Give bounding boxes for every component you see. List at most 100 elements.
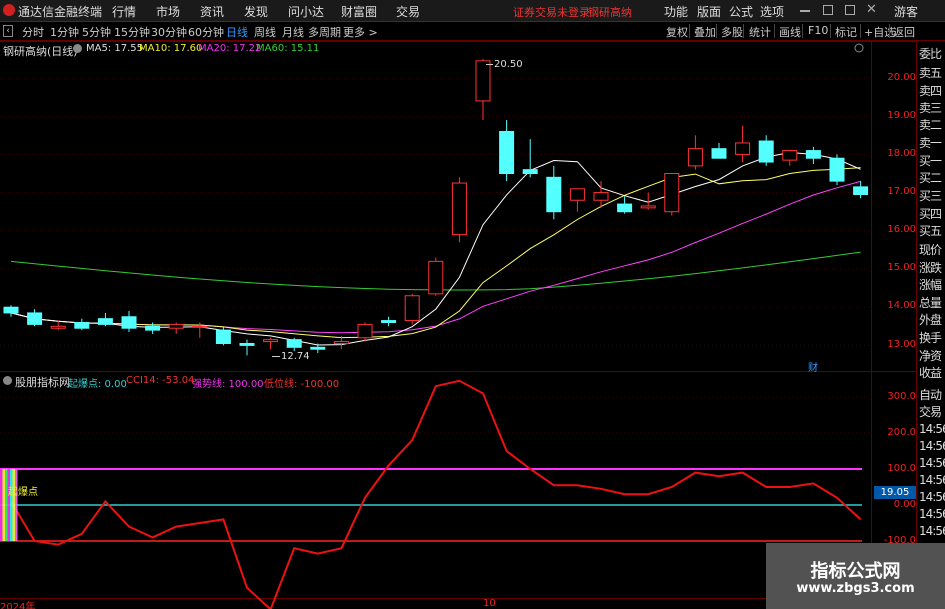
candle-body [829, 157, 845, 182]
sidebar-item-buy5[interactable]: 买五 [919, 222, 945, 239]
candle-body [475, 60, 491, 102]
cci-line [10, 379, 862, 609]
price-tick: 19.00 [887, 110, 916, 121]
candle-body [50, 325, 66, 329]
candle-body [428, 260, 444, 295]
ma20-label: MA20: 17.22 [198, 43, 262, 54]
candle-body [263, 339, 279, 343]
indicator-dropdown-icon[interactable] [73, 44, 82, 53]
qibao-bar [2, 469, 5, 541]
qibao-bar [7, 469, 10, 541]
qibao-bar [15, 469, 18, 541]
main-price-grid [0, 77, 871, 346]
cci-value-label: CCI14: -53.04 [126, 375, 195, 386]
price-tick: 13.00 [887, 339, 916, 350]
candlesticks [3, 58, 869, 356]
tick-time: 14:56 [919, 507, 945, 521]
low-line-label: 低位线: -100.00 [264, 379, 340, 390]
candle-body [782, 150, 798, 161]
settings-icon[interactable] [854, 43, 864, 53]
cci-tick: 200.0 [887, 427, 916, 438]
cci-tick: 100.0 [887, 463, 916, 474]
qibao-bar [10, 469, 13, 541]
sidebar-item-sell4[interactable]: 卖四 [919, 82, 945, 99]
sidebar-item-sell1[interactable]: 卖一 [919, 134, 945, 151]
ma10-line [10, 167, 861, 339]
candle-body [97, 318, 113, 325]
candle-body [404, 295, 420, 322]
low-price-label: 12.74 [281, 351, 310, 362]
kline-chart[interactable] [0, 0, 945, 609]
cci-grid [0, 396, 871, 542]
sidebar-item-buy3[interactable]: 买三 [919, 187, 945, 204]
tick-time: 14:56 [919, 439, 945, 453]
sidebar-item-volume[interactable]: 总量 [919, 294, 945, 311]
sidebar-item-weibi[interactable]: 委比 [919, 45, 945, 62]
sidebar-item-sell5[interactable]: 卖五 [919, 64, 945, 81]
candle-body [357, 323, 373, 339]
candle-body [121, 316, 137, 329]
candle-body [687, 148, 703, 167]
sidebar-item-buy2[interactable]: 买二 [919, 169, 945, 186]
indicator-name: 股朋指标网 [15, 376, 70, 389]
cci-series [10, 379, 862, 609]
candle-body [640, 205, 656, 209]
sidebar-item-buy1[interactable]: 买一 [919, 152, 945, 169]
candle-body [758, 140, 774, 163]
sidebar-item-outer[interactable]: 外盘 [919, 311, 945, 328]
sidebar-item-trade[interactable]: 交易 [919, 403, 945, 420]
cci-tick: 0.00 [893, 499, 916, 510]
financial-mark[interactable]: 财 [808, 359, 818, 374]
qibao-bar [0, 469, 3, 541]
sidebar-item-sell3[interactable]: 卖三 [919, 99, 945, 116]
x-axis-month: 10 [483, 598, 496, 609]
price-tick: 14.00 [887, 300, 916, 311]
sidebar-item-pct[interactable]: 涨幅 [919, 276, 945, 293]
sidebar-item-eps[interactable]: 收益 [919, 364, 945, 381]
tick-time: 14:56 [919, 473, 945, 487]
candle-body [27, 312, 43, 325]
tick-time: 14:56 [919, 456, 945, 470]
sidebar-item-netasset[interactable]: 净资 [919, 347, 945, 364]
sidebar-item-buy4[interactable]: 买四 [919, 205, 945, 222]
candle-body [310, 346, 326, 350]
candle-body [711, 148, 727, 159]
tick-time: 14:56 [919, 524, 945, 538]
qibao-marker-bars [0, 469, 18, 541]
candle-body [522, 169, 538, 174]
qibao-marker-text: 起爆点 [8, 487, 38, 498]
sub-settings-icon[interactable] [3, 376, 12, 385]
candle-body [664, 173, 680, 213]
candle-body [381, 320, 397, 323]
candle-body [192, 325, 208, 328]
cci-tick: 300.0 [887, 391, 916, 402]
ma5-line [10, 151, 861, 346]
sidebar-item-change[interactable]: 涨跌 [919, 259, 945, 276]
tick-time: 14:56 [919, 422, 945, 436]
watermark-url: www.zbgs3.com [796, 581, 915, 596]
high-arrow-icon [486, 64, 493, 65]
candle-body [546, 176, 562, 213]
candle-body [3, 306, 19, 314]
candle-body [239, 342, 255, 346]
ma20-line [10, 180, 861, 334]
ma10-label: MA10: 17.60 [139, 43, 203, 54]
ma60-label: MA60: 15.11 [256, 43, 320, 54]
sidebar-item-sell2[interactable]: 卖二 [919, 116, 945, 133]
candle-body [593, 192, 609, 201]
sidebar-item-turnover[interactable]: 换手 [919, 329, 945, 346]
sidebar-item-auto[interactable]: 自动 [919, 386, 945, 403]
candle-body [215, 329, 231, 344]
candle-body [499, 130, 515, 174]
qibao-bar [12, 469, 15, 541]
price-tick: 16.00 [887, 224, 916, 235]
x-axis-year: 2024年 [0, 602, 36, 609]
price-tick: 20.00 [887, 72, 916, 83]
candle-body [286, 339, 302, 348]
sidebar-item-price[interactable]: 现价 [919, 241, 945, 258]
candle-body [617, 203, 633, 213]
candle-body [333, 341, 349, 344]
qibao-value-label: 起爆点: 0.00 [68, 379, 127, 390]
low-arrow-icon [272, 356, 280, 357]
app-window: { "app_title":"通达信金融终端", "menu":["行情","市… [0, 0, 945, 609]
